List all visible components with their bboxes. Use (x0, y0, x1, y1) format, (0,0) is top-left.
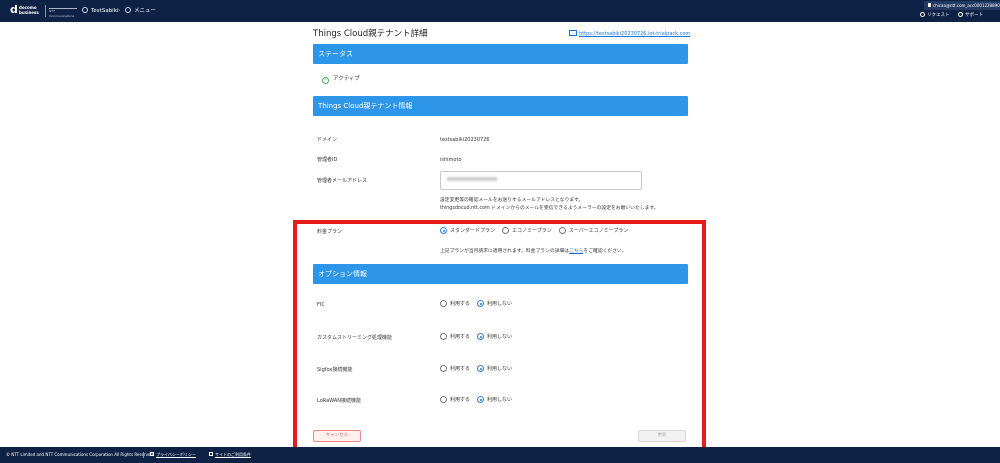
breadcrumb-tenant[interactable]: TestSabiki (82, 5, 118, 17)
tenant-url-text: https://testsabiki20230726.iot-trialpack… (579, 31, 691, 37)
external-link-icon (150, 452, 154, 456)
monitor-icon (569, 30, 577, 36)
logo-divider (45, 5, 46, 17)
support-link[interactable]: サポート (958, 11, 983, 20)
docomo-business-logo[interactable]: d docomo business (10, 4, 43, 18)
ntt-brand-logo: NTT Communications (49, 8, 77, 18)
request-link[interactable]: リクエスト (920, 11, 950, 20)
admin-email-field[interactable] (440, 171, 642, 190)
domain-label: ドメイン (317, 137, 338, 143)
check-circle-icon: ✓ (322, 77, 329, 84)
tenant-info-heading: Things Cloud親テナント情報 (313, 96, 688, 116)
footer: © NTT Limited and NTT Communications Cor… (0, 447, 1000, 463)
logo-d-mark: d (10, 3, 18, 16)
status-value: アクティブ (333, 76, 360, 82)
request-icon (920, 12, 925, 17)
privacy-policy-link[interactable]: プライバシーポリシー (150, 447, 196, 463)
user-email: chicaa@ntt.com_acc0001228890 (933, 3, 1000, 8)
request-label: リクエスト (927, 13, 950, 18)
email-note-line1: 設定変更等の確認メールをお送りするメールアドレスとなります。 (440, 198, 584, 203)
tenant-icon (82, 7, 88, 13)
admin-id-label: 管理者ID (317, 157, 338, 163)
status-row: ✓ アクティブ (322, 74, 360, 84)
copyright-text: © NTT Limited and NTT Communications Cor… (6, 452, 155, 457)
highlight-box (293, 220, 706, 452)
user-icon (928, 3, 931, 7)
admin-id-value: ishimoto (440, 157, 462, 163)
breadcrumb-menu[interactable]: メニュー (125, 5, 156, 17)
status-heading: ステータス (313, 44, 688, 64)
footer-divider (143, 452, 144, 458)
terms-link[interactable]: サイトのご利用条件 (209, 447, 251, 463)
breadcrumb-chevron-icon: › (118, 7, 121, 14)
external-link-icon (209, 452, 213, 456)
terms-label: サイトのご利用条件 (215, 452, 251, 457)
menu-icon (125, 7, 131, 13)
email-blurred-value (447, 177, 497, 181)
support-icon (958, 12, 963, 17)
top-bar: d docomo business NTT Communications Tes… (0, 0, 1000, 22)
admin-email-label: 管理者メールアドレス (317, 178, 368, 184)
user-account[interactable]: chicaa@ntt.com_acc0001228890 (924, 1, 1000, 10)
breadcrumb-tenant-label: TestSabiki (91, 8, 119, 14)
domain-value: testsabiki20230726 (440, 137, 490, 143)
page-title: Things Cloud親テナント詳細 (313, 29, 428, 39)
email-note-line2: thingsdocud.ntt.com ドメインからのメールを受信できるようメー… (440, 206, 659, 211)
support-label: サポート (965, 13, 983, 18)
breadcrumb-menu-label: メニュー (134, 8, 157, 14)
privacy-label: プライバシーポリシー (156, 452, 196, 457)
logo-text-line2: business (19, 10, 39, 15)
tenant-url-link[interactable]: https://testsabiki20230726.iot-trialpack… (569, 29, 690, 39)
